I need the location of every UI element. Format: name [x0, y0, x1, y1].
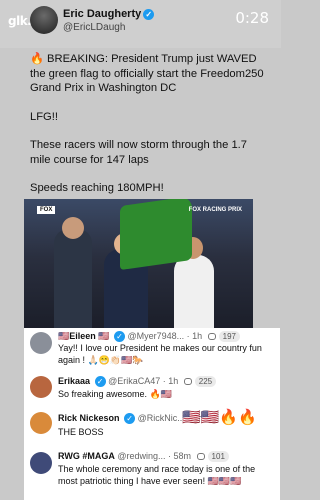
broadcast-logo-right: FOX RACING PRIX — [188, 207, 242, 213]
reply-count-icon — [183, 378, 192, 386]
reply-emoji-reaction: 🇺🇸🇺🇸🔥🔥 — [182, 409, 257, 426]
reply-meta: @redwing... · 58m — [117, 451, 192, 461]
verified-icon: ✓ — [143, 8, 155, 20]
broadcast-logo: FOX — [37, 206, 56, 214]
embedded-video[interactable]: FOX FOX RACING PRIX — [24, 199, 253, 328]
reply-text: THE BOSS — [58, 427, 104, 437]
green-flag — [120, 199, 192, 271]
post-text: 🔥 BREAKING: President Trump just WAVED t… — [30, 52, 270, 210]
reply-name[interactable]: Erikaaa — [58, 376, 90, 386]
person-right-body — [174, 255, 214, 328]
author-avatar[interactable] — [30, 6, 58, 34]
reply-avatar[interactable] — [30, 332, 52, 354]
post-paragraph: These racers will now storm through the … — [30, 139, 248, 166]
post-paragraph: Speeds reaching 180MPH! — [30, 182, 164, 194]
top-bar: glk.cs Eric Daugherty ✓ @EricLDaugh 0:28 — [0, 0, 281, 48]
reply-avatar[interactable] — [30, 412, 52, 434]
author-handle[interactable]: @EricLDaugh — [63, 22, 125, 33]
video-timestamp: 0:28 — [235, 9, 269, 27]
reply-name[interactable]: Rick Nickeson — [58, 413, 120, 423]
reply-count-icon — [207, 333, 216, 341]
reply-name[interactable]: RWG #MAGA — [58, 451, 115, 461]
post-paragraph: LFG!! — [30, 110, 58, 123]
reply-name[interactable]: 🇺🇸Eileen 🇺🇸 — [58, 331, 109, 341]
verified-icon: ✓ — [124, 413, 136, 425]
replies-panel: 🇺🇸Eileen 🇺🇸 ✓ @Myer7948... · 1h 197 Yay!… — [24, 328, 280, 500]
verified-icon: ✓ — [94, 376, 106, 388]
reply-item[interactable]: 🇺🇸Eileen 🇺🇸 ✓ @Myer7948... · 1h 197 Yay!… — [24, 328, 280, 372]
reply-count: 225 — [194, 376, 217, 387]
person-left-body — [54, 229, 92, 328]
reply-item[interactable]: Rick Nickeson ✓ @RickNic... · 1h 🇺🇸🇺🇸🔥🔥 … — [24, 408, 280, 448]
reply-text: The whole ceremony and race today is one… — [58, 464, 256, 486]
reply-header: Rick Nickeson ✓ @RickNic... · 1h — [58, 413, 203, 425]
reply-avatar[interactable] — [30, 376, 52, 398]
person-left-head — [62, 217, 84, 239]
reply-header: 🇺🇸Eileen 🇺🇸 ✓ @Myer7948... · 1h 197 — [58, 331, 241, 343]
reply-text: So freaking awesome. 🔥🇺🇸 — [58, 389, 172, 399]
reply-count-icon — [196, 453, 205, 461]
reply-count: 197 — [218, 331, 241, 342]
post-paragraph: 🔥 BREAKING: President Trump just WAVED t… — [30, 53, 264, 94]
reply-meta: @ErikaCA47 · 1h — [108, 376, 179, 386]
reply-header: RWG #MAGA @redwing... · 58m 101 — [58, 451, 229, 462]
reply-item[interactable]: RWG #MAGA @redwing... · 58m 101 The whol… — [24, 448, 280, 500]
reply-avatar[interactable] — [30, 452, 52, 474]
reply-count: 101 — [207, 451, 229, 462]
reply-text: Yay!! I love our President he makes our … — [58, 343, 262, 365]
reply-meta: @Myer7948... · 1h — [127, 331, 203, 341]
author-name-row[interactable]: Eric Daugherty ✓ — [63, 8, 155, 20]
reply-item[interactable]: Erikaaa ✓ @ErikaCA47 · 1h 225 So freakin… — [24, 372, 280, 408]
reply-header: Erikaaa ✓ @ErikaCA47 · 1h 225 — [58, 376, 217, 388]
verified-icon: ✓ — [113, 331, 125, 343]
author-name[interactable]: Eric Daugherty — [63, 8, 141, 20]
